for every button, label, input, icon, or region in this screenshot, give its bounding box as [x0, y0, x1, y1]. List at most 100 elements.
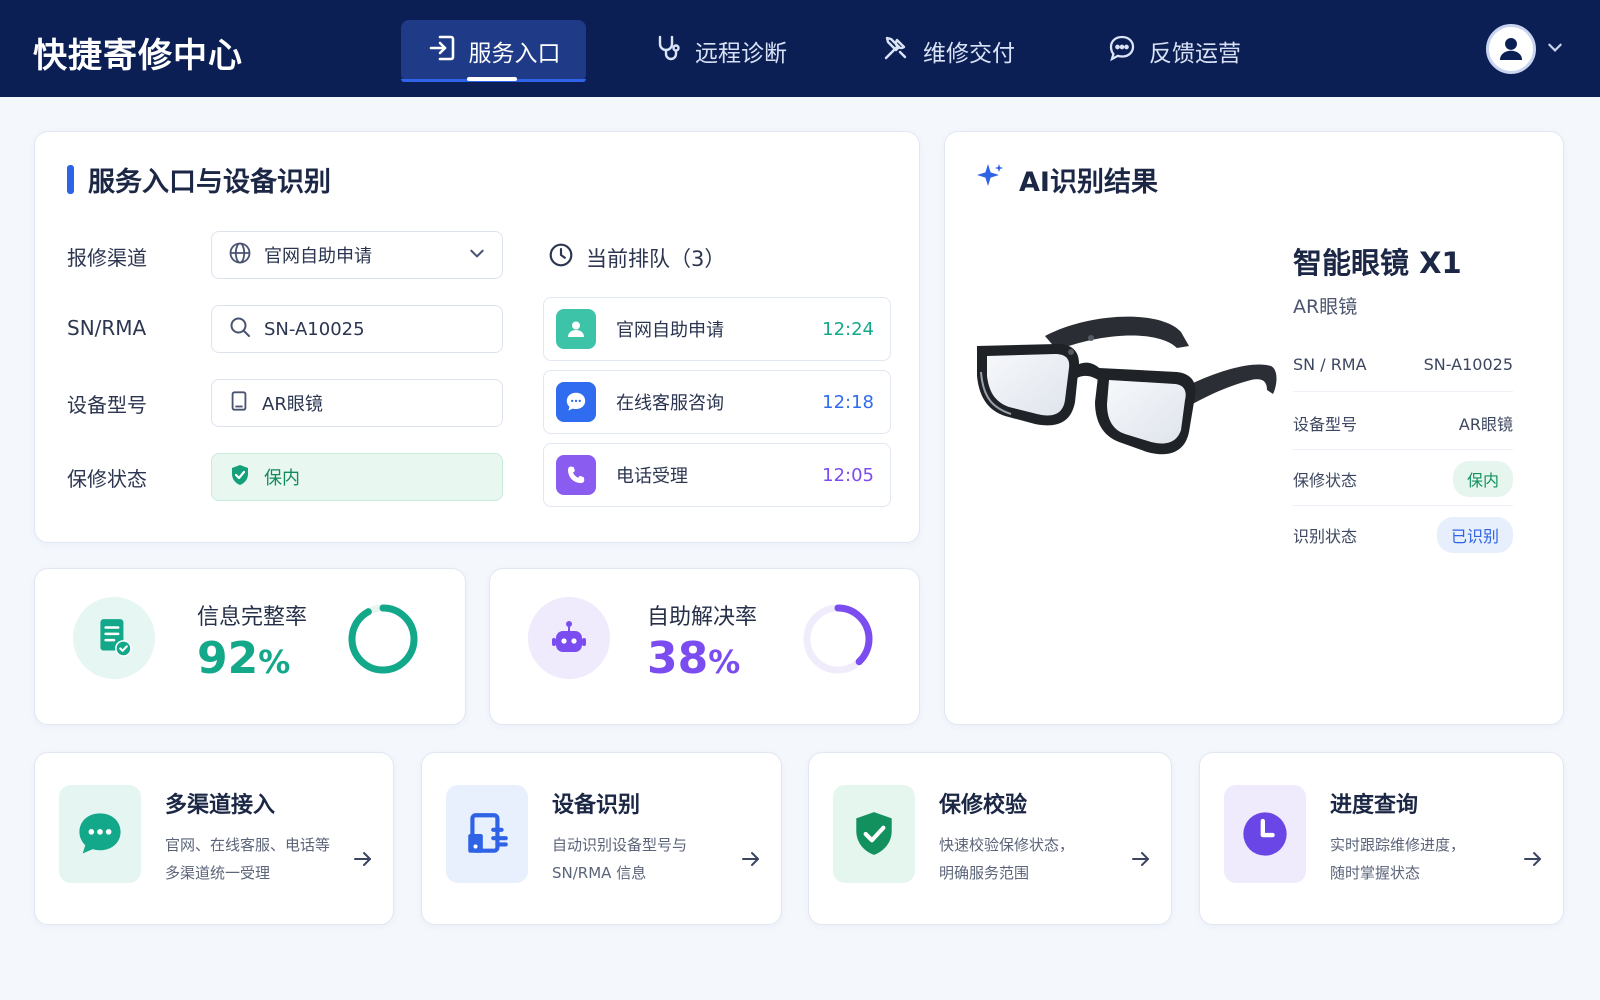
warranty-status-value: 保内	[264, 468, 300, 489]
feature-desc-line: 官网、在线客服、电话等	[165, 836, 331, 854]
form-label-channel: 报修渠道	[67, 246, 147, 270]
service-entry-title: 服务入口与设备识别	[88, 167, 331, 198]
phone-icon	[556, 455, 596, 495]
chevron-down-icon[interactable]	[1546, 38, 1564, 60]
self-service-progress-ring	[803, 604, 873, 674]
queue-item-label: 官网自助申请	[616, 320, 724, 341]
globe-icon	[228, 241, 252, 270]
ai-info-label: SN / RMA	[1293, 355, 1367, 374]
channel-select-value: 官网自助申请	[264, 246, 372, 267]
nav-tab-repair-delivery[interactable]: 维修交付	[868, 20, 1028, 82]
shield-check-icon	[228, 463, 252, 492]
ar-glasses-image	[977, 316, 1277, 455]
robot-icon	[528, 597, 610, 679]
status-badge: 保内	[1452, 460, 1513, 497]
feature-title: 保修校验	[939, 793, 1028, 818]
ai-result-title: AI识别结果	[1019, 167, 1158, 198]
queue-item-time: 12:18	[822, 391, 874, 413]
feature-desc-line: 快速校验保修状态，	[939, 836, 1075, 854]
top-navigation: 快捷寄修中心 服务入口 远程诊断 维修交付 反馈运营	[0, 0, 1600, 97]
feature-card-device-recognition[interactable]: 设备识别 自动识别设备型号与 SN/RMA 信息	[421, 752, 782, 925]
channel-select[interactable]: 官网自助申请	[211, 231, 503, 279]
chevron-down-icon[interactable]	[468, 244, 486, 267]
feature-card-progress-query[interactable]: 进度查询 实时跟踪维修进度， 随时掌握状态	[1199, 752, 1564, 925]
arrow-right-icon[interactable]	[739, 847, 763, 875]
ai-info-row: SN / RMA SN-A10025	[1293, 338, 1513, 392]
completeness-progress-ring	[348, 604, 418, 674]
chat-bubble-icon	[1107, 33, 1137, 69]
form-label-warranty: 保修状态	[67, 467, 147, 491]
sn-rma-search-input[interactable]: SN-A10025	[211, 305, 503, 353]
document-check-icon	[73, 597, 155, 679]
feature-title: 多渠道接入	[165, 793, 276, 818]
queue-header: 当前排队（3）	[548, 242, 725, 273]
app-title: 快捷寄修中心	[33, 36, 243, 76]
login-icon	[427, 33, 457, 69]
feature-desc-line: 随时掌握状态	[1330, 864, 1421, 882]
feature-description: 快速校验保修状态， 明确服务范围	[939, 831, 1129, 887]
nav-tab-label: 服务入口	[468, 41, 561, 67]
device-icon	[228, 390, 250, 417]
ai-info-row: 保修状态 保内	[1293, 452, 1513, 506]
queue-item-time: 12:05	[822, 464, 874, 486]
feature-description: 实时跟踪维修进度， 随时掌握状态	[1330, 831, 1520, 887]
device-model-field[interactable]: AR眼镜	[211, 379, 503, 427]
queue-item[interactable]: 官网自助申请 12:24	[543, 297, 891, 361]
avatar[interactable]	[1486, 24, 1536, 74]
clock-icon	[1224, 785, 1306, 883]
queue-title: 当前排队（3）	[586, 246, 726, 271]
info-completeness-card: 信息完整率 92%	[34, 568, 466, 725]
sparkle-icon	[975, 161, 1005, 198]
arrow-right-icon[interactable]	[351, 847, 375, 875]
feature-card-multichannel[interactable]: 多渠道接入 官网、在线客服、电话等 多渠道统一受理	[34, 752, 394, 925]
stat-value-unit: %	[708, 643, 741, 681]
nav-tab-label: 远程诊断	[695, 41, 787, 67]
arrow-right-icon[interactable]	[1521, 847, 1545, 875]
section-header: AI识别结果	[975, 160, 1158, 199]
shield-check-icon	[833, 785, 915, 883]
stat-label: 信息完整率	[197, 605, 308, 630]
nav-tab-label: 维修交付	[923, 41, 1015, 67]
title-accent-bar	[67, 165, 74, 194]
ai-info-label: 设备型号	[1293, 414, 1358, 434]
stat-value-number: 38	[647, 633, 709, 684]
ai-info-value: AR眼镜	[1458, 414, 1513, 434]
nav-tab-service-entry[interactable]: 服务入口	[401, 20, 586, 82]
sn-rma-value: SN-A10025	[264, 318, 365, 340]
stat-value: 38%	[647, 633, 740, 684]
person-icon	[556, 309, 596, 349]
stethoscope-icon	[653, 33, 683, 69]
chat-icon	[556, 382, 596, 422]
service-entry-card: 服务入口与设备识别 报修渠道 官网自助申请 SN/RMA SN-A10025 设…	[34, 131, 920, 543]
feature-description: 自动识别设备型号与 SN/RMA 信息	[552, 831, 742, 887]
feature-desc-line: 明确服务范围	[939, 864, 1030, 882]
ai-info-row: 识别状态 已识别	[1293, 508, 1513, 562]
queue-item[interactable]: 在线客服咨询 12:18	[543, 370, 891, 434]
device-model-value: AR眼镜	[262, 394, 323, 415]
form-label-device-model: 设备型号	[67, 393, 147, 417]
stat-value-unit: %	[258, 643, 291, 681]
stat-label: 自助解决率	[647, 605, 758, 630]
warranty-status-field: 保内	[211, 453, 503, 501]
nav-tab-remote-diagnosis[interactable]: 远程诊断	[640, 20, 800, 82]
arrow-right-icon[interactable]	[1129, 847, 1153, 875]
feature-desc-line: 多渠道统一受理	[165, 864, 271, 882]
ai-info-label: 保修状态	[1293, 470, 1358, 490]
feature-title: 进度查询	[1330, 793, 1419, 818]
status-badge: 已识别	[1436, 517, 1513, 553]
ai-info-row: 设备型号 AR眼镜	[1293, 396, 1513, 450]
search-icon	[228, 315, 252, 344]
queue-item[interactable]: 电话受理 12:05	[543, 443, 891, 507]
nav-tab-feedback-ops[interactable]: 反馈运营	[1094, 20, 1254, 82]
user-menu[interactable]	[1486, 24, 1564, 74]
queue-item-time: 12:24	[822, 318, 874, 340]
feature-desc-line: SN/RMA 信息	[552, 864, 647, 882]
user-icon	[1499, 37, 1523, 61]
ai-info-label: 识别状态	[1293, 527, 1358, 546]
feature-card-warranty-check[interactable]: 保修校验 快速校验保修状态， 明确服务范围	[808, 752, 1172, 925]
self-service-rate-card: 自助解决率 38%	[489, 568, 920, 725]
device-scan-icon	[446, 785, 528, 883]
feature-desc-line: 自动识别设备型号与	[552, 836, 688, 854]
feature-title: 设备识别	[552, 793, 641, 818]
tools-icon	[881, 33, 911, 69]
